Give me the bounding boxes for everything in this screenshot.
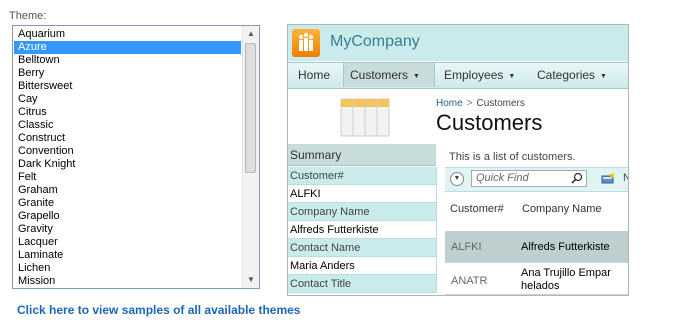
scroll-down-arrow-icon[interactable]: ▼ <box>243 272 259 288</box>
theme-list: Aquarium Azure Belltown Berry Bittersweet Cay… <box>14 28 241 288</box>
summary-field-value: ALFKI <box>288 185 436 203</box>
theme-label: Theme: <box>9 10 47 22</box>
breadcrumb-home-link[interactable]: Home <box>436 98 463 109</box>
breadcrumb-separator: > <box>466 98 473 109</box>
menu-label: Customers <box>350 68 409 82</box>
breadcrumb-current: Customers <box>476 98 525 109</box>
theme-option[interactable]: Felt <box>14 171 241 184</box>
cell-company-name-line: Ana Trujillo Empar <box>521 267 611 279</box>
theme-option[interactable]: Laminate <box>14 249 241 262</box>
listbox-scrollbar[interactable]: ▲ ▼ <box>242 26 259 288</box>
scroll-up-arrow-icon[interactable]: ▲ <box>243 26 259 42</box>
table-row[interactable]: ANATR Ana Trujillo Empar helados <box>445 263 628 295</box>
new-label[interactable]: N <box>623 172 628 184</box>
theme-option[interactable]: Construct <box>14 132 241 145</box>
company-logo-icon <box>292 29 320 57</box>
menu-item-home[interactable]: Home <box>292 63 339 87</box>
quick-find-input[interactable]: Quick Find <box>471 170 587 187</box>
scroll-thumb[interactable] <box>245 43 256 173</box>
theme-option[interactable]: Aquarium <box>14 28 241 41</box>
menu-label: Categories <box>537 68 596 82</box>
theme-option[interactable]: Grapello <box>14 210 241 223</box>
chevron-down-icon: ▼ <box>600 73 607 80</box>
page-title: Customers <box>436 110 543 135</box>
table-row[interactable]: ALFKI Alfreds Futterkiste <box>445 231 628 263</box>
summary-field-label: Contact Name <box>288 239 436 257</box>
theme-option[interactable]: Mission <box>14 275 241 288</box>
theme-option[interactable]: Lacquer <box>14 236 241 249</box>
chevron-down-icon: ▼ <box>508 73 516 80</box>
actions-dropdown-icon[interactable]: ▼ <box>450 172 464 186</box>
theme-preview: MyCompany Home Customers ▼ Employees ▼ Cat… <box>287 24 629 296</box>
column-header-customer-id[interactable]: Customer# <box>450 203 504 215</box>
summary-field-label: Company Name <box>288 203 436 221</box>
company-name: MyCompany <box>330 33 420 50</box>
summary-field-value: Maria Anders <box>288 257 436 275</box>
menu-label: Home <box>298 68 331 82</box>
summary-panel: Customer# ALFKI Company Name Alfreds Futter… <box>288 167 437 293</box>
theme-option[interactable]: Graham <box>14 184 241 197</box>
menu-bar: Home Customers ▼ Employees ▼ Categories ▼ <box>288 62 628 89</box>
new-record-icon[interactable] <box>601 172 615 184</box>
preview-header: MyCompany <box>288 25 628 61</box>
grid-toolbar: ▼ Quick Find N <box>445 167 628 192</box>
theme-option[interactable]: Berry <box>14 67 241 80</box>
theme-option[interactable]: Azure <box>14 41 241 54</box>
summary-field-value: Alfreds Futterkiste <box>288 221 436 239</box>
summary-heading: Summary <box>288 144 436 166</box>
theme-option[interactable]: Belltown <box>14 54 241 67</box>
cell-company-name: Alfreds Futterkiste <box>521 241 610 253</box>
summary-field-label: Customer# <box>288 167 436 185</box>
menu-label: Employees <box>444 68 504 82</box>
menu-item-employees[interactable]: Employees ▼ <box>438 63 523 87</box>
cell-customer-id: ALFKI <box>451 241 482 253</box>
theme-option[interactable]: Convention <box>14 145 241 158</box>
page-description: This is a list of customers. <box>449 151 576 163</box>
search-icon[interactable] <box>571 172 583 184</box>
theme-option[interactable]: Gravity <box>14 223 241 236</box>
cell-customer-id: ANATR <box>451 275 488 287</box>
theme-option[interactable]: Dark Knight <box>14 158 241 171</box>
theme-listbox[interactable]: Aquarium Azure Belltown Berry Bittersweet Cay… <box>12 25 260 289</box>
theme-option[interactable]: Lichen <box>14 262 241 275</box>
theme-option[interactable]: Classic <box>14 119 241 132</box>
cell-company-name: Ana Trujillo Empar helados <box>521 267 611 293</box>
cell-company-name-line: helados <box>521 280 560 292</box>
summary-field-label: Contact Title <box>288 275 436 293</box>
theme-option[interactable]: Granite <box>14 197 241 210</box>
menu-item-categories[interactable]: Categories ▼ <box>531 63 621 87</box>
column-header-company-name[interactable]: Company Name <box>522 203 601 215</box>
theme-option[interactable]: Bittersweet <box>14 80 241 93</box>
theme-option[interactable]: Cay <box>14 93 241 106</box>
theme-option[interactable]: Citrus <box>14 106 241 119</box>
grid-illustration-icon <box>340 98 390 137</box>
chevron-down-icon: ▼ <box>413 73 420 80</box>
breadcrumb: Home > Customers <box>436 98 525 109</box>
menu-item-customers[interactable]: Customers ▼ <box>343 63 435 87</box>
view-samples-link[interactable]: Click here to view samples of all availa… <box>17 303 300 317</box>
